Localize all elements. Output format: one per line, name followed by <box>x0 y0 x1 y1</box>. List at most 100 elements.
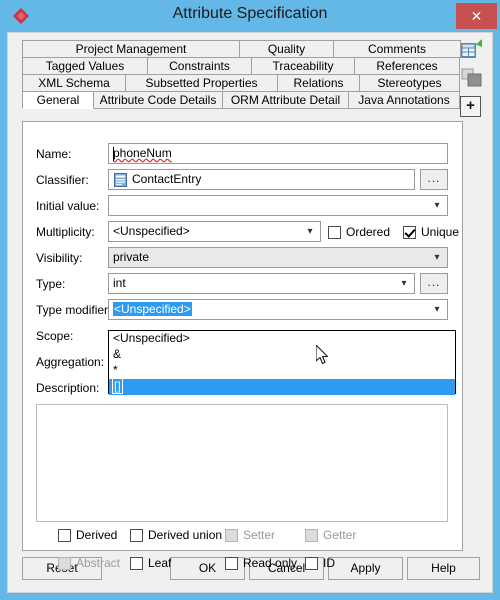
tab-traceability[interactable]: Traceability <box>251 57 355 75</box>
leaf-checkbox-box <box>130 556 143 570</box>
id-checkbox[interactable]: ID <box>305 555 335 571</box>
classifier-label: Classifier: <box>36 173 89 187</box>
read-only-checkbox-box <box>225 556 238 570</box>
tab-quality[interactable]: Quality <box>239 40 334 58</box>
type-value: int <box>113 276 126 290</box>
aggregation-label: Aggregation: <box>36 355 105 369</box>
initial-value-combo[interactable]: ▾ <box>108 195 448 216</box>
initial-value-label: Initial value: <box>36 199 100 213</box>
class-icon <box>114 173 127 187</box>
leaf-checkbox-label: Leaf <box>148 556 172 570</box>
tab-row: Project Management Quality Comments <box>22 40 463 58</box>
unique-checkbox-box <box>403 225 416 239</box>
multiplicity-combo[interactable]: <Unspecified> ▾ <box>108 221 321 242</box>
title-bar: Attribute Specification ✕ <box>0 0 500 32</box>
visibility-label: Visibility: <box>36 251 83 265</box>
id-checkbox-label: ID <box>323 556 335 570</box>
visibility-value: private <box>113 250 150 264</box>
expert-mode-icon[interactable] <box>460 38 484 62</box>
tab-constraints[interactable]: Constraints <box>147 57 252 75</box>
side-toolbar: + <box>460 38 486 117</box>
multiplicity-value: <Unspecified> <box>113 224 190 238</box>
tab-stereotypes[interactable]: Stereotypes <box>359 74 460 92</box>
classifier-browse-button[interactable]: ... <box>420 169 448 190</box>
tab-subsetted-properties[interactable]: Subsetted Properties <box>125 74 278 92</box>
tab-java-annotations[interactable]: Java Annotations <box>348 91 460 109</box>
clone-icon[interactable] <box>460 66 484 90</box>
tab-tagged-values[interactable]: Tagged Values <box>22 57 148 75</box>
name-value: phoneNum <box>113 146 172 160</box>
setter-checkbox-box <box>225 528 238 542</box>
text-caret <box>113 147 114 161</box>
tab-relations[interactable]: Relations <box>277 74 360 92</box>
unique-checkbox-label: Unique <box>421 225 460 239</box>
abstract-checkbox-label: Abstract <box>76 556 121 570</box>
visibility-combo[interactable]: private ▾ <box>108 247 448 268</box>
tab-strip: Project Management Quality Comments Tagged … <box>22 40 463 109</box>
dropdown-option[interactable]: & <box>109 347 455 363</box>
name-label: Name: <box>36 147 72 161</box>
tab-xml-schema[interactable]: XML Schema <box>22 74 126 92</box>
setter-checkbox-label: Setter <box>243 528 276 542</box>
apply-button[interactable]: Apply <box>328 557 403 580</box>
tab-row: Tagged Values Constraints Traceability Refe… <box>22 57 463 75</box>
chevron-down-icon: ▾ <box>307 226 313 237</box>
tab-general[interactable]: General <box>22 91 94 109</box>
derived-union-checkbox-label: Derived union <box>148 528 223 542</box>
setter-checkbox: Setter <box>225 527 275 543</box>
type-browse-button[interactable]: ... <box>420 273 448 294</box>
ordered-checkbox-label: Ordered <box>346 225 391 239</box>
type-label: Type: <box>36 277 66 291</box>
dropdown-option[interactable]: <Unspecified> <box>109 331 455 347</box>
tab-project-management[interactable]: Project Management <box>22 40 240 58</box>
type-modifier-label: Type modifier: <box>36 303 112 317</box>
dropdown-option[interactable]: * <box>109 363 455 379</box>
tab-orm-attribute-detail[interactable]: ORM Attribute Detail <box>222 91 349 109</box>
plus-icon[interactable]: + <box>460 96 481 117</box>
derived-checkbox[interactable]: Derived <box>58 527 117 543</box>
tab-comments[interactable]: Comments <box>333 40 461 58</box>
derived-checkbox-label: Derived <box>76 528 118 542</box>
attribute-specification-window: Attribute Specification ✕ Project Manage… <box>0 0 500 600</box>
abstract-checkbox: Abstract <box>58 555 120 571</box>
window-title: Attribute Specification <box>172 5 328 22</box>
tab-attribute-code-details[interactable]: Attribute Code Details <box>93 91 223 109</box>
leaf-checkbox[interactable]: Leaf <box>130 555 171 571</box>
unique-checkbox[interactable]: Unique <box>403 224 459 240</box>
dropdown-option[interactable]: [] <box>109 378 455 395</box>
multiplicity-label: Multiplicity: <box>36 225 95 239</box>
derived-checkbox-box <box>58 528 71 542</box>
tab-row: General Attribute Code Details ORM Attribu… <box>22 91 463 109</box>
chevron-down-icon: ▾ <box>401 278 407 289</box>
name-input[interactable]: phoneNum <box>108 143 448 164</box>
tab-references[interactable]: References <box>354 57 460 75</box>
description-textarea[interactable] <box>36 404 448 522</box>
description-label: Description: <box>36 381 100 395</box>
getter-checkbox-label: Getter <box>323 528 357 542</box>
chevron-down-icon: ▾ <box>434 304 440 315</box>
type-modifier-value: <Unspecified> <box>113 302 192 316</box>
dialog-body: Project Management Quality Comments Tagged … <box>7 32 493 593</box>
type-modifier-combo[interactable]: <Unspecified> ▾ <box>108 299 448 320</box>
getter-checkbox-box <box>305 528 318 542</box>
classifier-input[interactable]: ContactEntry <box>108 169 415 190</box>
dropdown-option-label: [] <box>112 378 123 394</box>
abstract-checkbox-box <box>58 556 71 570</box>
scope-label: Scope: <box>36 329 74 343</box>
read-only-checkbox-label: Read only <box>243 556 298 570</box>
classifier-value: ContactEntry <box>132 172 202 186</box>
help-button[interactable]: Help <box>407 557 480 580</box>
type-modifier-dropdown-list[interactable]: <Unspecified> & *[] <box>108 330 456 395</box>
type-combo[interactable]: int ▾ <box>108 273 415 294</box>
id-checkbox-box <box>305 556 318 570</box>
tab-row: XML Schema Subsetted Properties Relations S… <box>22 74 463 92</box>
chevron-down-icon: ▾ <box>434 252 440 263</box>
ordered-checkbox-box <box>328 225 341 239</box>
read-only-checkbox[interactable]: Read only <box>225 555 297 571</box>
chevron-down-icon: ▾ <box>434 200 440 211</box>
close-button[interactable]: ✕ <box>456 3 497 29</box>
derived-union-checkbox[interactable]: Derived union <box>130 527 222 543</box>
getter-checkbox: Getter <box>305 527 356 543</box>
ordered-checkbox[interactable]: Ordered <box>328 224 390 240</box>
derived-union-checkbox-box <box>130 528 143 542</box>
